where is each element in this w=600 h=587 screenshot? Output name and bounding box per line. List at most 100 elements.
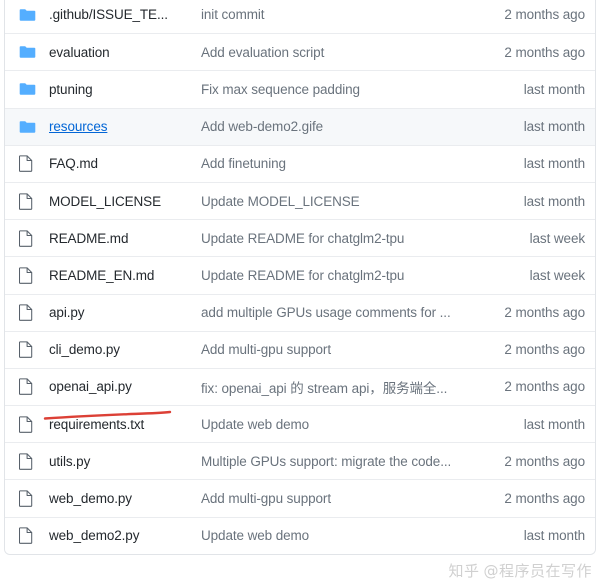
file-name-link[interactable]: web_demo.py [49,491,201,506]
entry-label[interactable]: resources [49,119,107,134]
file-icon [19,267,49,284]
file-row[interactable]: openai_api.py fix: openai_api 的 stream ap… [5,367,595,406]
file-name-link[interactable]: requirements.txt [49,417,201,432]
file-row[interactable]: api.py add multiple GPUs usage comments f… [5,293,595,331]
file-icon [19,155,49,173]
entry-label[interactable]: api.py [49,305,85,320]
file-row[interactable]: README.md Update README for chatglm2-tpu l… [5,219,595,257]
commit-time: 2 months ago [504,379,585,395]
entry-label[interactable]: README_EN.md [49,268,154,283]
file-icon [19,416,33,433]
entry-label[interactable]: openai_api.py [49,379,132,394]
commit-message[interactable]: Update README for chatglm2-tpu [201,268,477,283]
file-name-link[interactable]: api.py [49,305,201,320]
entry-label[interactable]: ptuning [49,82,93,97]
entry-label[interactable]: MODEL_LICENSE [49,194,161,209]
file-icon [19,416,49,433]
file-name-link[interactable]: FAQ.md [49,156,201,171]
file-name-link[interactable]: README_EN.md [49,268,201,283]
commit-message[interactable]: init commit [201,7,477,22]
entry-label[interactable]: requirements.txt [49,417,144,432]
file-icon [19,527,49,545]
folder-icon [19,8,49,22]
file-row[interactable]: .github/ISSUE_TE... init commit 2 months a… [5,0,595,34]
entry-label[interactable]: web_demo.py [49,491,132,506]
commit-message[interactable]: Fix max sequence padding [201,82,477,97]
commit-message[interactable]: Update web demo [201,528,477,543]
file-row[interactable]: web_demo2.py Update web demo last month [5,516,595,554]
commit-time: 2 months ago [504,44,585,60]
folder-icon [19,83,36,96]
commit-message[interactable]: Multiple GPUs support: migrate the code.… [201,454,477,469]
folder-icon [19,82,49,96]
folder-icon [19,120,36,133]
file-icon [19,192,33,210]
file-icon [19,304,49,321]
file-icon [19,453,49,470]
file-row[interactable]: utils.py Multiple GPUs support: migrate t… [5,442,595,480]
commit-message[interactable]: Add evaluation script [201,45,477,60]
file-name-link[interactable]: cli_demo.py [49,342,201,357]
commit-message[interactable]: Update README for chatglm2-tpu [201,231,477,246]
commit-time: last week [529,267,585,283]
folder-icon [19,45,49,59]
folder-icon [19,8,36,21]
commit-message[interactable]: Add multi-gpu support [201,491,477,506]
commit-time: last month [523,119,585,135]
commit-message[interactable]: Add web-demo2.gife [201,119,477,134]
file-row[interactable]: MODEL_LICENSE Update MODEL_LICENSE last mo… [5,181,595,220]
file-icon [19,341,49,359]
file-icon [19,155,33,173]
file-name-link[interactable]: web_demo2.py [49,528,201,543]
entry-label[interactable]: utils.py [49,454,90,469]
file-row[interactable]: web_demo.py Add multi-gpu support 2 months… [5,479,595,517]
file-name-link[interactable]: utils.py [49,454,201,469]
file-row[interactable]: FAQ.md Add finetuning last month [5,144,595,182]
entry-label[interactable]: cli_demo.py [49,342,120,357]
commit-time: 2 months ago [504,453,585,469]
file-icon [19,192,49,210]
file-icon [19,341,33,359]
file-row[interactable]: README_EN.md Update README for chatglm2-t… [5,256,595,294]
folder-name-link[interactable]: .github/ISSUE_TE... [49,7,201,22]
file-icon [19,230,49,247]
file-icon [19,304,33,321]
commit-message[interactable]: Update MODEL_LICENSE [201,194,477,209]
commit-message[interactable]: Update web demo [201,417,477,432]
zhihu-watermark: 知乎 @程序员在写作 [448,560,592,581]
file-browser: .github/ISSUE_TE... init commit 2 months a… [0,0,600,587]
file-row[interactable]: ptuning Fix max sequence padding last mont… [5,70,595,108]
commit-time: last month [523,416,585,432]
folder-icon [19,46,36,58]
folder-icon [19,120,49,134]
file-name-link[interactable]: openai_api.py [49,379,201,394]
file-icon [19,267,33,284]
file-row[interactable]: resources Add web-demo2.gife last month [5,107,595,145]
entry-label[interactable]: .github/ISSUE_TE... [49,7,168,22]
folder-name-link[interactable]: evaluation [49,45,201,60]
commit-message[interactable]: add multiple GPUs usage comments for ... [201,305,477,320]
commit-time: 2 months ago [504,305,585,321]
commit-message[interactable]: Add finetuning [201,156,477,171]
commit-time: last month [523,528,585,544]
file-row[interactable]: cli_demo.py Add multi-gpu support 2 months… [5,330,595,368]
file-name-link[interactable]: README.md [49,231,201,246]
file-name-link[interactable]: MODEL_LICENSE [49,194,201,209]
folder-name-link[interactable]: ptuning [49,82,201,97]
commit-message[interactable]: Add multi-gpu support [201,342,477,357]
file-icon [19,490,49,507]
commit-time: 2 months ago [504,491,585,507]
file-row[interactable]: evaluation Add evaluation script 2 months … [5,33,595,71]
entry-label[interactable]: README.md [49,231,128,246]
zhihu-logo: 知乎 [448,562,480,580]
commit-message[interactable]: fix: openai_api 的 stream api，服务端全... [201,377,477,397]
entry-label[interactable]: FAQ.md [49,156,98,171]
file-list-table: .github/ISSUE_TE... init commit 2 months a… [4,0,596,555]
commit-time: 2 months ago [504,7,585,23]
commit-time: last month [523,81,585,97]
folder-name-link[interactable]: resources [49,119,201,134]
entry-label[interactable]: web_demo2.py [49,528,139,543]
file-icon [19,378,33,396]
entry-label[interactable]: evaluation [49,45,110,60]
file-row[interactable]: requirements.txt Update web demo last mont… [5,405,595,443]
